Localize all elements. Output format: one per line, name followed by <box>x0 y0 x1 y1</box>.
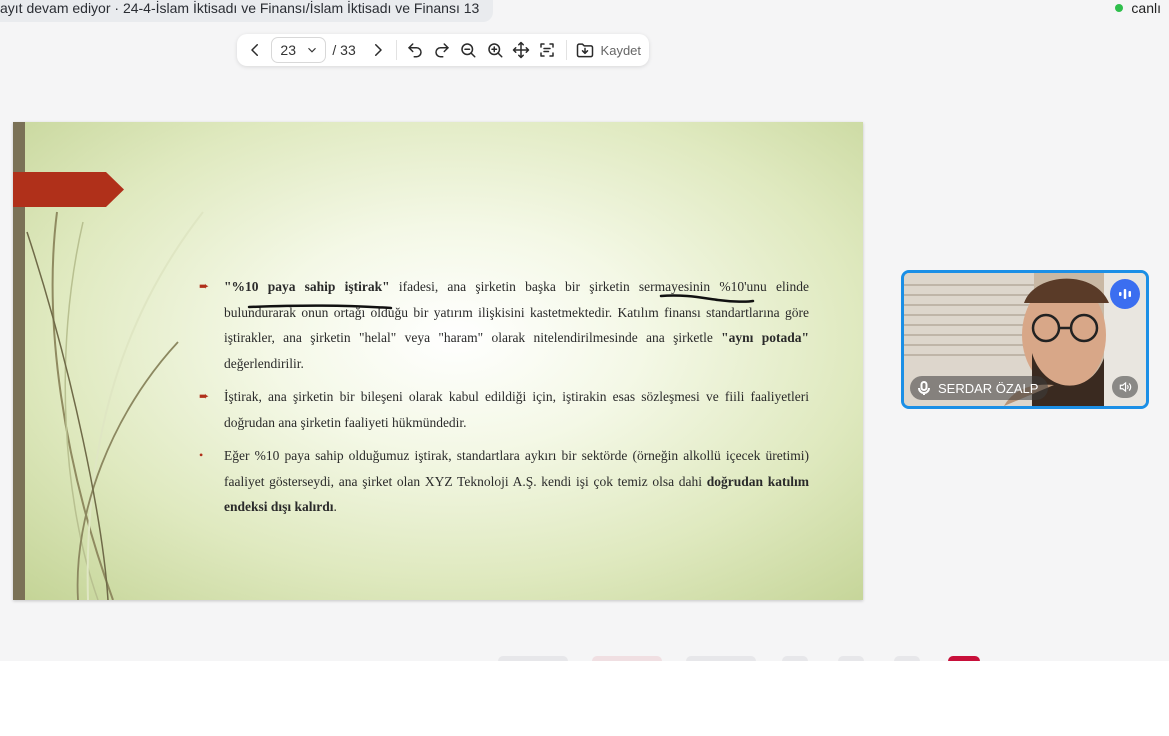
chevron-left-icon <box>251 44 259 56</box>
presentation-slide: ➨ "%10 paya sahip iştirak" ifadesi, ana ş… <box>13 122 863 600</box>
page-number-select[interactable]: 23 <box>271 37 327 63</box>
pen-underline-2 <box>659 294 755 303</box>
current-page-value: 23 <box>280 42 296 58</box>
chevron-right-icon <box>374 44 382 56</box>
participant-name: SERDAR ÖZALP <box>938 380 1039 396</box>
pen-underline-1 <box>247 304 393 310</box>
undo-icon <box>408 43 423 58</box>
save-label: Kaydet <box>600 42 642 58</box>
page-footer-area <box>0 661 1169 736</box>
chevron-down-icon <box>308 47 317 53</box>
recording-banner-text: ayıt devam ediyor · 24-4-İslam İktisadı … <box>0 0 480 16</box>
pen-annotations <box>247 294 755 310</box>
speaking-indicator <box>1110 279 1140 309</box>
recording-banner: ayıt devam ediyor · 24-4-İslam İktisadı … <box>0 0 494 22</box>
live-dot-icon <box>1115 4 1124 12</box>
total-pages: / 33 <box>332 42 356 58</box>
audio-wave-icon <box>1119 289 1131 299</box>
volume-button[interactable] <box>1112 376 1138 398</box>
participant-video-tile[interactable]: SERDAR ÖZALP <box>901 270 1149 409</box>
microphone-icon <box>918 381 930 395</box>
live-indicator: canlı <box>1115 0 1161 16</box>
live-label: canlı <box>1131 0 1161 16</box>
pan-button[interactable] <box>511 39 531 61</box>
zoom-in-icon <box>487 43 503 58</box>
fit-page-button[interactable] <box>537 39 557 61</box>
move-icon <box>512 41 530 59</box>
zoom-out-icon <box>461 43 476 58</box>
toolbar-divider <box>565 40 567 60</box>
undo-button[interactable] <box>405 39 425 61</box>
save-icon <box>576 43 593 58</box>
redo-button[interactable] <box>432 39 452 61</box>
redo-icon <box>434 43 449 58</box>
zoom-in-button[interactable] <box>484 39 504 61</box>
previous-page-button[interactable] <box>245 39 265 61</box>
next-page-button[interactable] <box>368 39 388 61</box>
zoom-out-button[interactable] <box>458 39 478 61</box>
participant-name-label: SERDAR ÖZALP <box>910 376 1049 400</box>
pdf-toolbar: 23 / 33 Kaydet <box>237 34 649 66</box>
toolbar-divider <box>396 40 398 60</box>
save-button[interactable]: Kaydet <box>575 40 641 60</box>
meeting-stage: ayıt devam ediyor · 24-4-İslam İktisadı … <box>0 0 1169 661</box>
fit-page-icon <box>540 43 555 57</box>
speaker-icon <box>1119 381 1132 393</box>
